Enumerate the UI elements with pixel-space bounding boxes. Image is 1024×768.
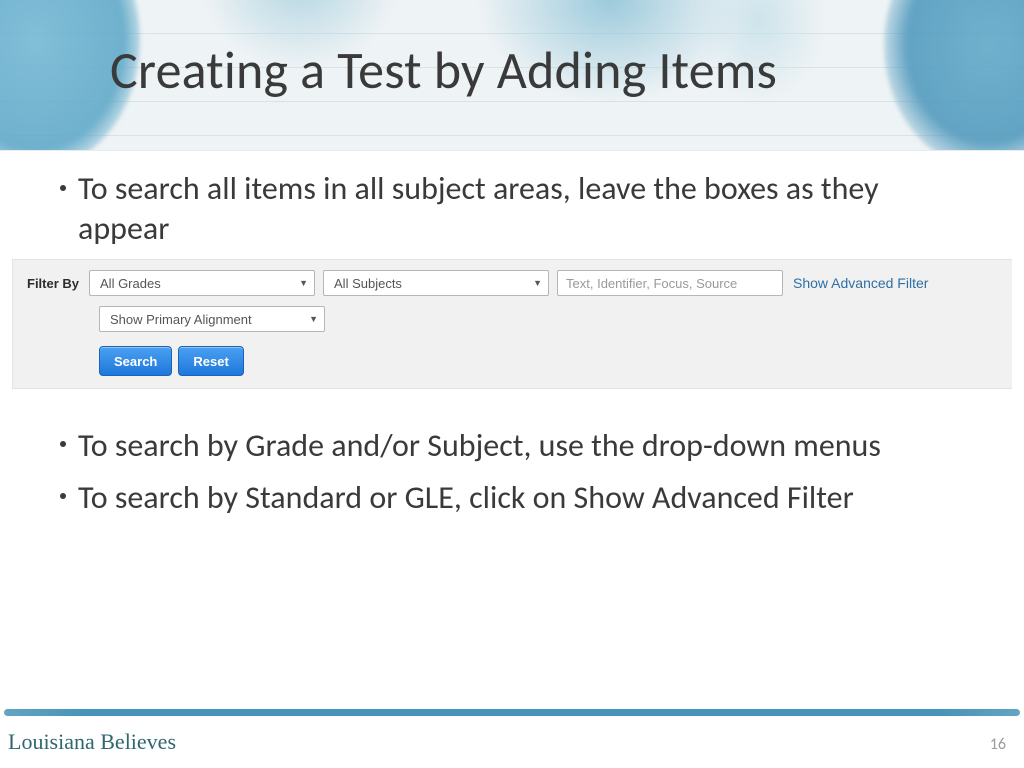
chevron-down-icon: ▼ <box>309 314 318 324</box>
grades-dropdown[interactable]: All Grades ▼ <box>89 270 315 296</box>
reset-button[interactable]: Reset <box>178 346 243 376</box>
bullet-text: To search by Standard or GLE, click on S… <box>78 477 964 519</box>
bullet-item: To search all items in all subject areas… <box>60 169 964 249</box>
footer-divider <box>4 709 1020 716</box>
footer-tagline: Louisiana Believes <box>8 729 176 755</box>
bullet-item: To search by Grade and/or Subject, use t… <box>60 425 964 467</box>
search-text-input[interactable]: Text, Identifier, Focus, Source <box>557 270 783 296</box>
chevron-down-icon: ▼ <box>299 278 308 288</box>
header-banner: Creating a Test by Adding Items <box>0 0 1024 151</box>
bullet-dot-icon <box>60 493 66 499</box>
page-number: 16 <box>990 735 1006 754</box>
primary-alignment-value: Show Primary Alignment <box>110 312 252 327</box>
subjects-dropdown[interactable]: All Subjects ▼ <box>323 270 549 296</box>
primary-alignment-dropdown[interactable]: Show Primary Alignment ▼ <box>99 306 325 332</box>
grades-dropdown-value: All Grades <box>100 276 161 291</box>
bullet-item: To search by Standard or GLE, click on S… <box>60 477 964 519</box>
search-text-placeholder: Text, Identifier, Focus, Source <box>566 276 737 291</box>
bullet-dot-icon <box>60 185 66 191</box>
bullet-text: To search all items in all subject areas… <box>78 169 964 249</box>
chevron-down-icon: ▼ <box>533 278 542 288</box>
bullet-dot-icon <box>60 441 66 447</box>
bullet-text: To search by Grade and/or Subject, use t… <box>78 425 964 467</box>
show-advanced-filter-link[interactable]: Show Advanced Filter <box>793 275 928 291</box>
filter-by-label: Filter By <box>27 276 79 291</box>
search-button[interactable]: Search <box>99 346 172 376</box>
slide-title: Creating a Test by Adding Items <box>110 38 777 102</box>
filter-panel: Filter By All Grades ▼ All Subjects ▼ Te… <box>12 259 1012 389</box>
subjects-dropdown-value: All Subjects <box>334 276 402 291</box>
